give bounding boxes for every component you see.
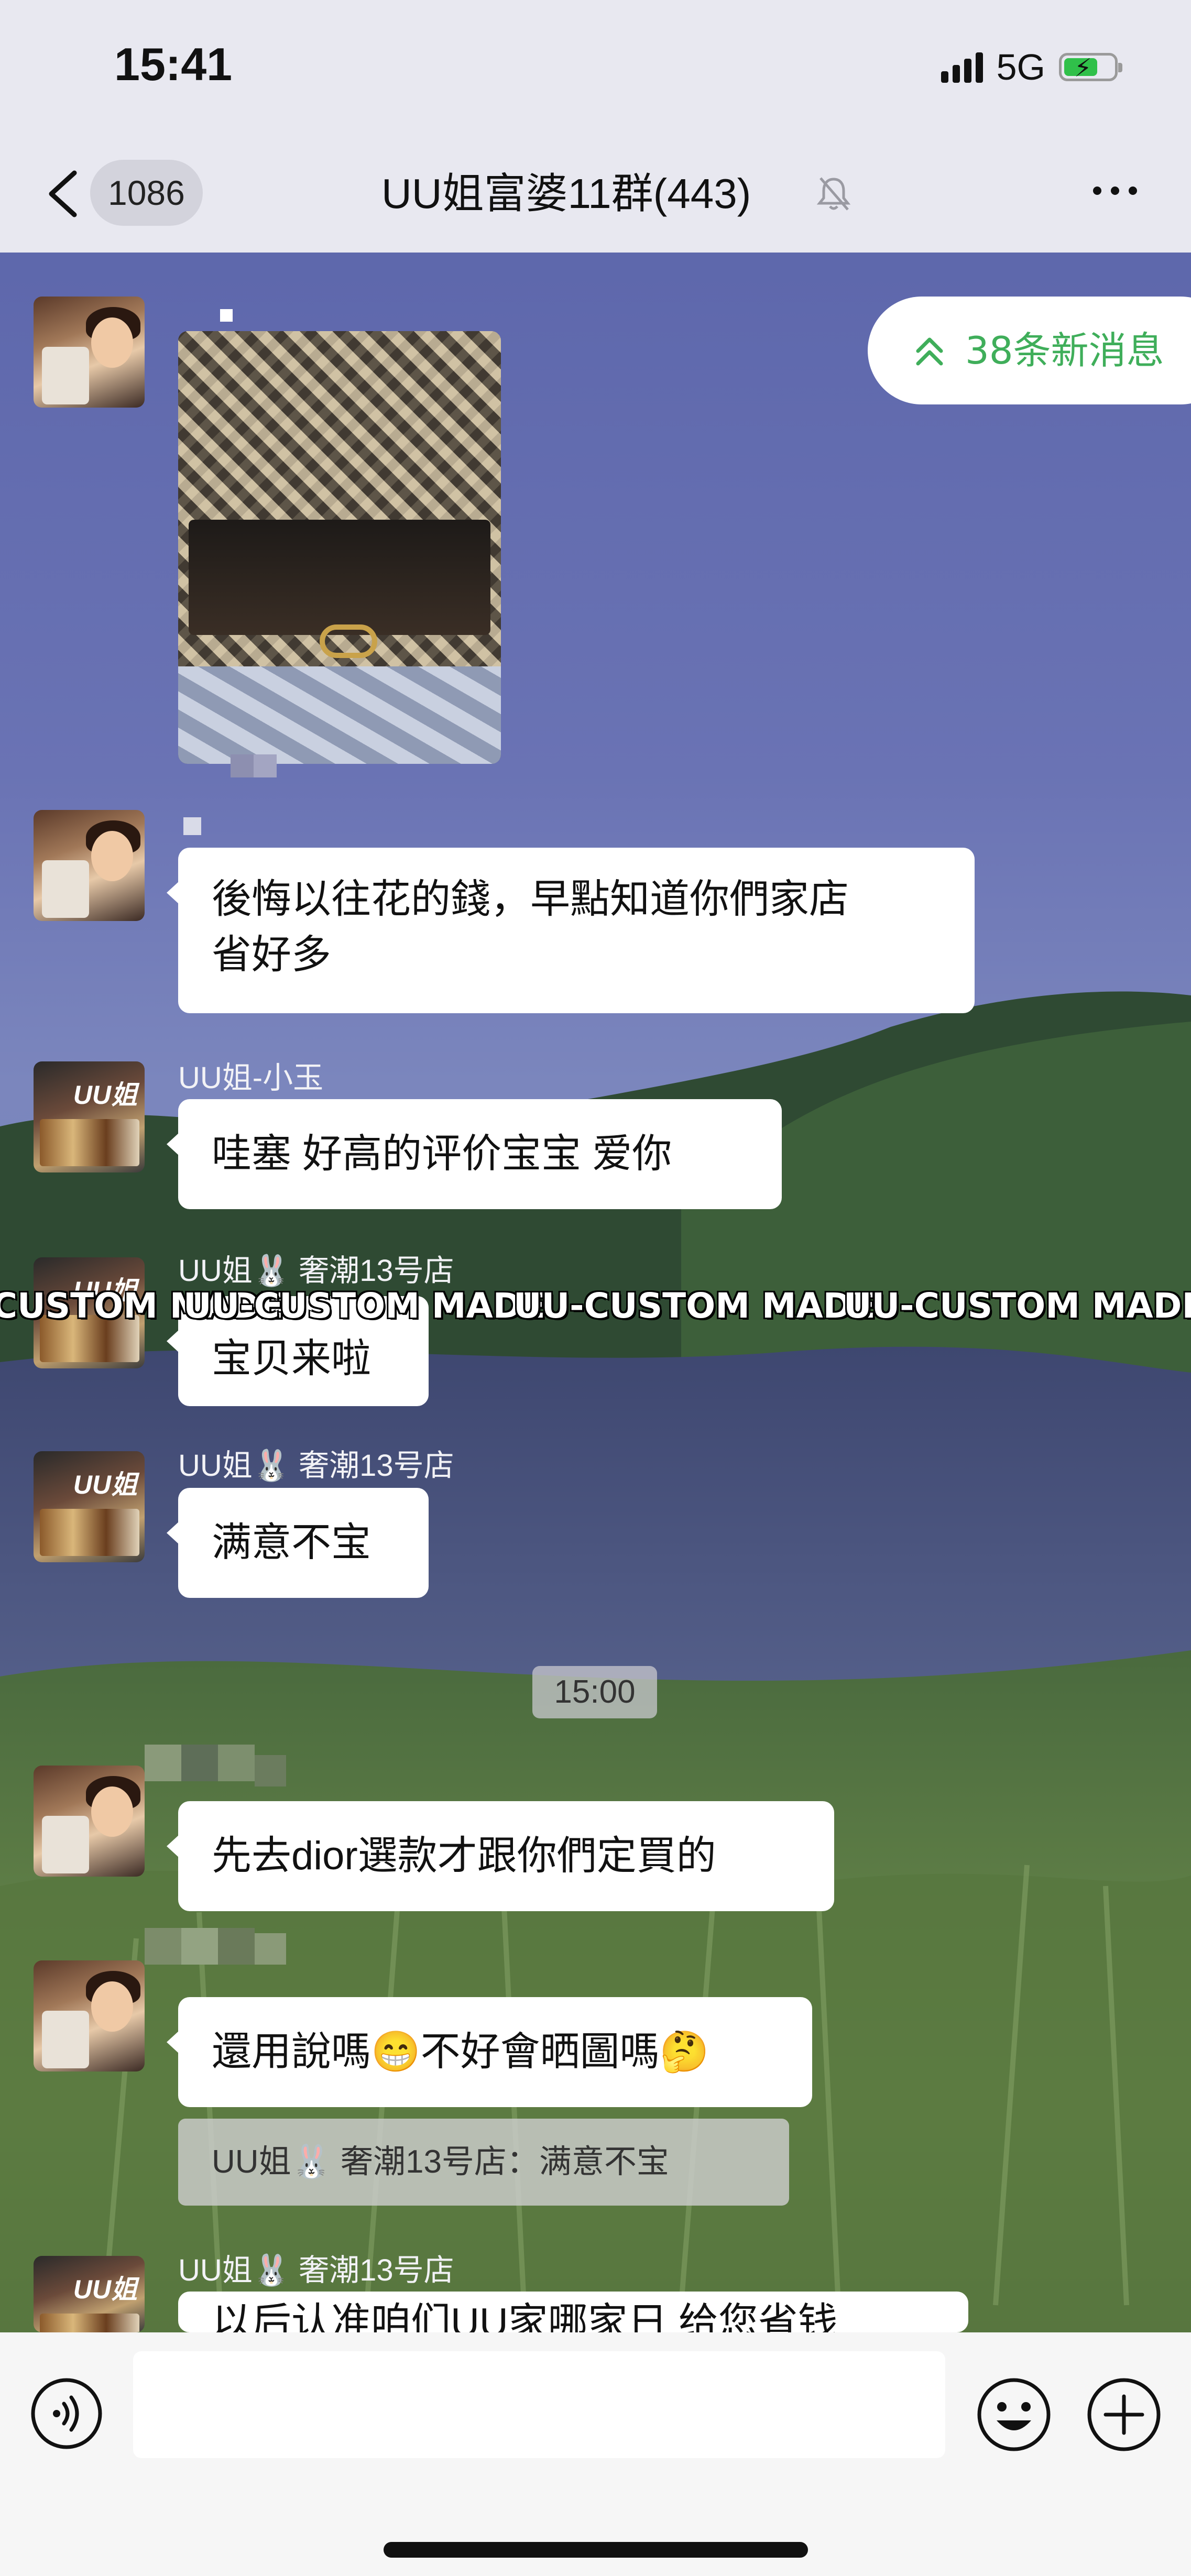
chat-header: 1086 UU姐富婆11群(443) (0, 136, 1191, 253)
message-bubble[interactable]: 以后认准咱们UU家哪家日 给您省钱 (178, 2292, 968, 2332)
avatar[interactable]: UU姐 (34, 2256, 145, 2332)
sender-name: UU姐-小玉 (178, 1061, 324, 1095)
double-chevron-up-icon (916, 337, 943, 366)
emoji-icon[interactable] (976, 2376, 1052, 2453)
censor-mosaic (145, 1724, 318, 1797)
status-time: 15:41 (114, 38, 233, 90)
unread-count-badge[interactable]: 1086 (90, 160, 203, 226)
status-bar: 15:41 5G ⚡ (0, 0, 1191, 136)
message-input[interactable] (133, 2351, 945, 2458)
more-options-icon[interactable] (1090, 180, 1140, 201)
signal-icon (941, 51, 983, 83)
status-icons: 5G ⚡ (941, 46, 1122, 88)
message-bubble[interactable]: 哇塞 好高的评价宝宝 爱你 (167, 1099, 782, 1209)
timestamp: 15:00 (532, 1666, 657, 1718)
message-text: 以后认准咱们UU家哪家日 给您省钱 (212, 2300, 838, 2332)
message-bubble[interactable]: 先去dior選款才跟你們定買的 (167, 1801, 834, 1911)
avatar[interactable] (34, 1960, 145, 2071)
avatar[interactable] (34, 810, 145, 921)
voice-input-icon[interactable] (29, 2376, 104, 2451)
bag-photo[interactable] (178, 331, 501, 764)
watermark-strip: UU-CUSTOM MADE UU-CUSTOM MADE UU-CUSTOM … (0, 1286, 1191, 1332)
message-text: 後悔以往花的錢，早點知道你們家店 (212, 877, 849, 922)
message-text: 满意不宝 (212, 1520, 371, 1565)
avatar[interactable]: UU姐 (34, 1451, 145, 1562)
watermark-text: UU-CUSTOM MADE (513, 1286, 876, 1326)
watermark-text: UU-CUSTOM MADE (183, 1286, 545, 1326)
sender-name: UU姐🐰 奢潮13号店 (178, 2253, 454, 2287)
sender-name: UU姐🐰 奢潮13号店 (178, 1449, 454, 1483)
message-text: 宝贝来啦 (212, 1336, 371, 1381)
plus-icon[interactable] (1086, 2376, 1162, 2453)
message-text: 省好多 (212, 933, 331, 977)
sender-name: UU姐🐰 奢潮13号店 (178, 1254, 454, 1288)
back-icon[interactable] (42, 168, 84, 220)
chat-title: UU姐富婆11群(443) (381, 170, 751, 217)
message-bubble[interactable]: 後悔以往花的錢，早點知道你們家店 省好多 (167, 848, 975, 1013)
message-text: 先去dior選款才跟你們定買的 (212, 1834, 716, 1878)
avatar[interactable]: UU姐 (34, 1061, 145, 1172)
network-type: 5G (996, 47, 1045, 87)
battery-charging-icon: ⚡ (1059, 53, 1122, 83)
avatar[interactable] (34, 1766, 145, 1877)
avatar[interactable] (34, 297, 145, 408)
new-messages-button[interactable]: 38条新消息 (868, 297, 1191, 404)
censor-mosaic (178, 812, 220, 838)
censor-mosaic (178, 754, 293, 786)
message-text: 哇塞 好高的评价宝宝 爱你 (212, 1132, 672, 1176)
mute-bell-icon (816, 177, 851, 211)
new-messages-label: 38条新消息 (965, 328, 1164, 372)
message-bubble[interactable]: 還用說嗎😁不好會晒圖嗎🤔 (167, 1997, 812, 2107)
chat-screen: 15:41 5G ⚡ 1086 UU姐富婆11群(443) 38条新消息 後悔以… (0, 0, 1191, 2576)
censor-mosaic (220, 309, 241, 330)
home-indicator[interactable] (384, 2542, 808, 2558)
input-bar (0, 2332, 1191, 2576)
censor-mosaic (145, 1917, 302, 1980)
message-text: 還用說嗎😁不好會晒圖嗎🤔 (212, 2030, 709, 2074)
watermark-text: UU-CUSTOM MADE (844, 1286, 1191, 1326)
message-bubble[interactable]: 满意不宝 (167, 1488, 429, 1598)
quoted-reply[interactable]: UU姐🐰 奢潮13号店：满意不宝 (178, 2119, 789, 2206)
